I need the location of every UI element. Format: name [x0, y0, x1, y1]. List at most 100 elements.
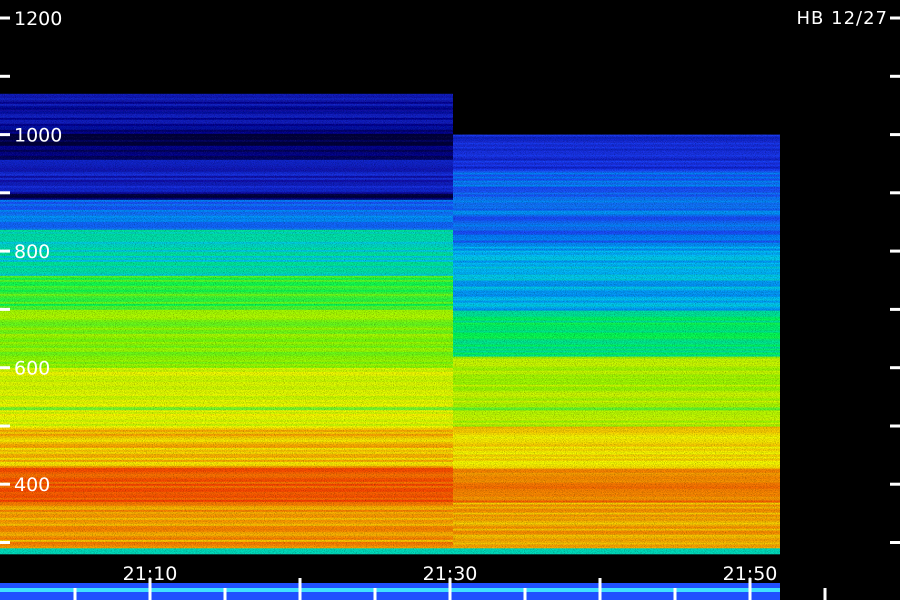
heat-row	[0, 355, 453, 359]
heat-row	[453, 356, 780, 359]
heat-row	[0, 483, 453, 487]
heat-row	[0, 161, 453, 165]
heat-row	[0, 305, 453, 309]
heat-row	[453, 210, 780, 213]
heat-row	[0, 291, 453, 295]
heat-row	[453, 504, 780, 507]
heat-row	[0, 521, 453, 525]
heat-row	[453, 244, 780, 247]
heat-row	[453, 390, 780, 393]
heat-row	[453, 364, 780, 367]
heat-row	[453, 526, 780, 529]
heat-row	[453, 214, 780, 217]
heat-row	[453, 278, 780, 281]
heat-row	[453, 142, 780, 145]
heat-row	[453, 378, 780, 381]
heat-row	[453, 136, 780, 139]
heat-row	[0, 215, 453, 219]
heat-row	[453, 164, 780, 167]
heat-row	[0, 535, 453, 539]
heat-row	[0, 441, 453, 445]
heat-row	[0, 163, 453, 167]
heat-row	[0, 209, 453, 213]
heat-row	[453, 518, 780, 521]
heat-row	[453, 284, 780, 287]
heat-row	[0, 309, 453, 313]
heat-row	[0, 279, 453, 283]
heat-row	[0, 185, 453, 189]
heat-row	[453, 172, 780, 175]
y-tick-label: 600	[14, 358, 50, 380]
heat-row	[453, 274, 780, 277]
heat-row	[453, 514, 780, 517]
heat-row	[453, 474, 780, 477]
heat-row	[453, 426, 780, 429]
heat-row	[453, 306, 780, 309]
y-tick-label: 1200	[14, 8, 62, 30]
heat-row	[453, 152, 780, 155]
heat-row	[0, 149, 453, 153]
heat-row	[453, 496, 780, 499]
heat-row	[0, 109, 453, 113]
heat-row	[453, 156, 780, 159]
heat-row	[453, 500, 780, 503]
heat-row	[0, 463, 453, 467]
heat-row	[0, 477, 453, 481]
heat-row	[0, 285, 453, 289]
heat-row	[0, 155, 453, 159]
heat-row	[0, 289, 453, 293]
heat-row	[453, 396, 780, 399]
heat-row	[453, 184, 780, 187]
heat-row	[0, 419, 453, 423]
heat-row	[453, 176, 780, 179]
heat-row	[453, 344, 780, 347]
y-tick-label: 400	[14, 474, 50, 496]
heat-row	[0, 329, 453, 333]
heat-row	[453, 200, 780, 203]
heat-row	[0, 471, 453, 475]
heat-row	[453, 520, 780, 523]
heat-row	[453, 338, 780, 341]
heat-row	[453, 442, 780, 445]
heat-row	[453, 302, 780, 305]
heat-row	[0, 133, 453, 137]
heat-row	[0, 507, 453, 511]
heat-row	[453, 134, 780, 137]
heat-row	[0, 481, 453, 485]
heat-row	[0, 325, 453, 329]
heat-row	[0, 381, 453, 385]
heat-row	[453, 224, 780, 227]
heat-row	[0, 179, 453, 183]
heat-row	[0, 323, 453, 327]
heat-row	[0, 529, 453, 533]
heat-row	[453, 252, 780, 255]
heat-row	[0, 261, 453, 265]
heat-row	[0, 317, 453, 321]
heat-row	[0, 183, 453, 187]
heat-row	[0, 373, 453, 377]
heat-row	[0, 391, 453, 395]
heat-row	[0, 353, 453, 357]
heat-row	[0, 541, 453, 545]
heat-row	[453, 162, 780, 165]
heat-row	[0, 307, 453, 311]
heat-row	[453, 386, 780, 389]
heat-row	[0, 197, 453, 201]
y-tick-label: 800	[14, 241, 50, 263]
heat-row	[453, 202, 780, 205]
x-tick-label: 21:30	[423, 563, 478, 585]
heat-row	[0, 515, 453, 519]
heat-row	[453, 248, 780, 251]
heat-row	[0, 187, 453, 191]
heat-row	[453, 444, 780, 447]
heat-row	[453, 336, 780, 339]
heat-row	[0, 243, 453, 247]
heat-row	[453, 350, 780, 353]
heat-row	[453, 492, 780, 495]
heat-row	[453, 438, 780, 441]
heat-row	[0, 249, 453, 253]
heat-row	[453, 400, 780, 403]
heat-row	[0, 523, 453, 527]
heat-row	[453, 452, 780, 455]
heat-row	[0, 445, 453, 449]
